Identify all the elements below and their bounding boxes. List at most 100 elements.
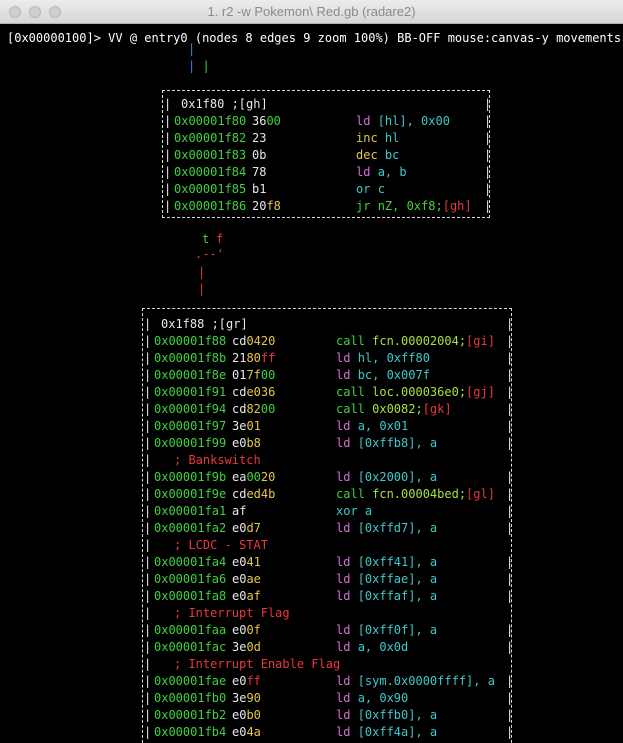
node-border: |: [144, 555, 152, 569]
asm-address[interactable]: 0x00001f97: [154, 418, 226, 435]
edge-line: |: [198, 265, 206, 279]
asm-instruction[interactable]: ld [sym.0x0000ffff], a: [336, 673, 495, 690]
asm-address[interactable]: 0x00001fa2: [154, 520, 226, 537]
asm-bytes: 3600: [252, 114, 281, 128]
asm-operands: bc: [384, 148, 400, 162]
asm-instruction[interactable]: ld bc, 0x007f: [336, 367, 430, 384]
asm-address[interactable]: 0x00001f80: [174, 113, 246, 130]
asm-instruction[interactable]: dec bc: [356, 147, 399, 164]
window-titlebar: 1. r2 -w Pokemon\ Red.gb (radare2): [0, 0, 623, 24]
asm-address[interactable]: 0x00001f88: [154, 333, 226, 350]
node-border: |: [144, 470, 152, 484]
node-border: |: [506, 708, 514, 722]
asm-instruction[interactable]: xor a: [336, 503, 372, 520]
xref-shortcut[interactable]: [gk]: [423, 402, 452, 416]
asm-address[interactable]: 0x00001faa: [154, 622, 226, 639]
node-border: |: [506, 725, 514, 739]
asm-bytes: e00f: [232, 623, 261, 637]
asm-address[interactable]: 0x00001fb0: [154, 690, 226, 707]
asm-address[interactable]: 0x00001f9e: [154, 486, 226, 503]
asm-operands: [sym.0x0000ffff], a: [357, 674, 495, 688]
asm-instruction[interactable]: ld [0xffb8], a: [336, 435, 437, 452]
asm-operands: c: [377, 182, 385, 196]
asm-address[interactable]: 0x00001fa6: [154, 571, 226, 588]
asm-instruction[interactable]: ld [0xffd7], a: [336, 520, 437, 537]
node-border: |: [144, 640, 152, 654]
node-border: |: [144, 334, 152, 348]
node-header: 0x1f80 ;[gh]: [181, 97, 268, 111]
terminal-canvas[interactable]: [0x00000100]> VV @ entry0 (nodes 8 edges…: [0, 24, 623, 743]
asm-address[interactable]: 0x00001f8b: [154, 350, 226, 367]
node-border: |: [144, 487, 152, 501]
xref-shortcut[interactable]: [gj]: [466, 385, 495, 399]
asm-instruction[interactable]: ld hl, 0xff80: [336, 350, 430, 367]
asm-instruction[interactable]: ld a, 0x90: [336, 690, 408, 707]
asm-instruction[interactable]: ld a, 0x0d: [336, 639, 408, 656]
asm-address[interactable]: 0x00001fb4: [154, 724, 226, 741]
asm-operands: [0xff0f], a: [357, 623, 438, 637]
node-border: |: [144, 317, 152, 331]
node-border: |: [144, 351, 152, 365]
node-border: |: [164, 165, 172, 179]
asm-instruction[interactable]: ld [0xff41], a: [336, 554, 437, 571]
asm-instruction[interactable]: ld a, 0x01: [336, 418, 408, 435]
asm-instruction[interactable]: ld [0xff4a], a: [336, 724, 437, 741]
asm-instruction[interactable]: ld [hl], 0x00: [356, 113, 450, 130]
asm-address[interactable]: 0x00001fa4: [154, 554, 226, 571]
node-border: |: [484, 165, 492, 179]
node-border: |: [506, 334, 514, 348]
node-border: |: [144, 606, 152, 620]
asm-address[interactable]: 0x00001fb2: [154, 707, 226, 724]
asm-address[interactable]: 0x00001f99: [154, 435, 226, 452]
asm-instruction[interactable]: ld [0x2000], a: [336, 469, 437, 486]
node-border: |: [506, 572, 514, 586]
asm-instruction[interactable]: ld [0xff0f], a: [336, 622, 437, 639]
asm-instruction[interactable]: call fcn.00004bed;[gl]: [336, 486, 495, 503]
asm-instruction[interactable]: jr nZ, 0xf8;[gh]: [356, 198, 472, 215]
asm-instruction[interactable]: call fcn.00002004;[gi]: [336, 333, 495, 350]
asm-address[interactable]: 0x00001f8e: [154, 367, 226, 384]
asm-bytes: e0af: [232, 589, 261, 603]
asm-instruction[interactable]: ld [0xffb0], a: [336, 707, 437, 724]
node-border: |: [164, 97, 172, 111]
xref-shortcut[interactable]: [gh]: [443, 199, 472, 213]
asm-bytes: e0ff: [232, 674, 261, 688]
asm-operands: bc, 0x007f: [357, 368, 430, 382]
node-border: |: [506, 317, 514, 331]
asm-address[interactable]: 0x00001f91: [154, 384, 226, 401]
xref-shortcut[interactable]: [gi]: [466, 334, 495, 348]
xref-shortcut[interactable]: [gl]: [466, 487, 495, 501]
asm-operands: nZ, 0xf8;: [377, 199, 443, 213]
node-border: |: [144, 368, 152, 382]
asm-bytes: 20f8: [252, 199, 281, 213]
edge-line: |: [198, 282, 206, 296]
node-border: |: [144, 708, 152, 722]
asm-address[interactable]: 0x00001f84: [174, 164, 246, 181]
asm-instruction[interactable]: call 0x0082;[gk]: [336, 401, 452, 418]
asm-address[interactable]: 0x00001f85: [174, 181, 246, 198]
asm-address[interactable]: 0x00001f94: [154, 401, 226, 418]
asm-instruction[interactable]: call loc.000036e0;[gj]: [336, 384, 495, 401]
asm-mnemonic: ld: [336, 640, 358, 654]
window-title: 1. r2 -w Pokemon\ Red.gb (radare2): [207, 4, 416, 19]
asm-address[interactable]: 0x00001fac: [154, 639, 226, 656]
node-border: |: [506, 436, 514, 450]
edge-line: |: [188, 59, 196, 73]
asm-bytes: 23: [252, 131, 267, 145]
asm-address[interactable]: 0x00001f9b: [154, 469, 226, 486]
asm-bytes: 2180ff: [232, 351, 276, 365]
asm-instruction[interactable]: inc hl: [356, 130, 399, 147]
asm-instruction[interactable]: or c: [356, 181, 385, 198]
asm-address[interactable]: 0x00001f86: [174, 198, 246, 215]
asm-instruction[interactable]: ld [0xffaf], a: [336, 588, 437, 605]
asm-comment: ; Bankswitch: [174, 453, 261, 467]
asm-address[interactable]: 0x00001f83: [174, 147, 246, 164]
node-border: |: [506, 402, 514, 416]
asm-address[interactable]: 0x00001f82: [174, 130, 246, 147]
asm-instruction[interactable]: ld [0xffae], a: [336, 571, 437, 588]
asm-instruction[interactable]: ld a, b: [356, 164, 407, 181]
asm-mnemonic: ld: [336, 691, 358, 705]
asm-address[interactable]: 0x00001fa8: [154, 588, 226, 605]
asm-address[interactable]: 0x00001fa1: [154, 503, 226, 520]
asm-address[interactable]: 0x00001fae: [154, 673, 226, 690]
